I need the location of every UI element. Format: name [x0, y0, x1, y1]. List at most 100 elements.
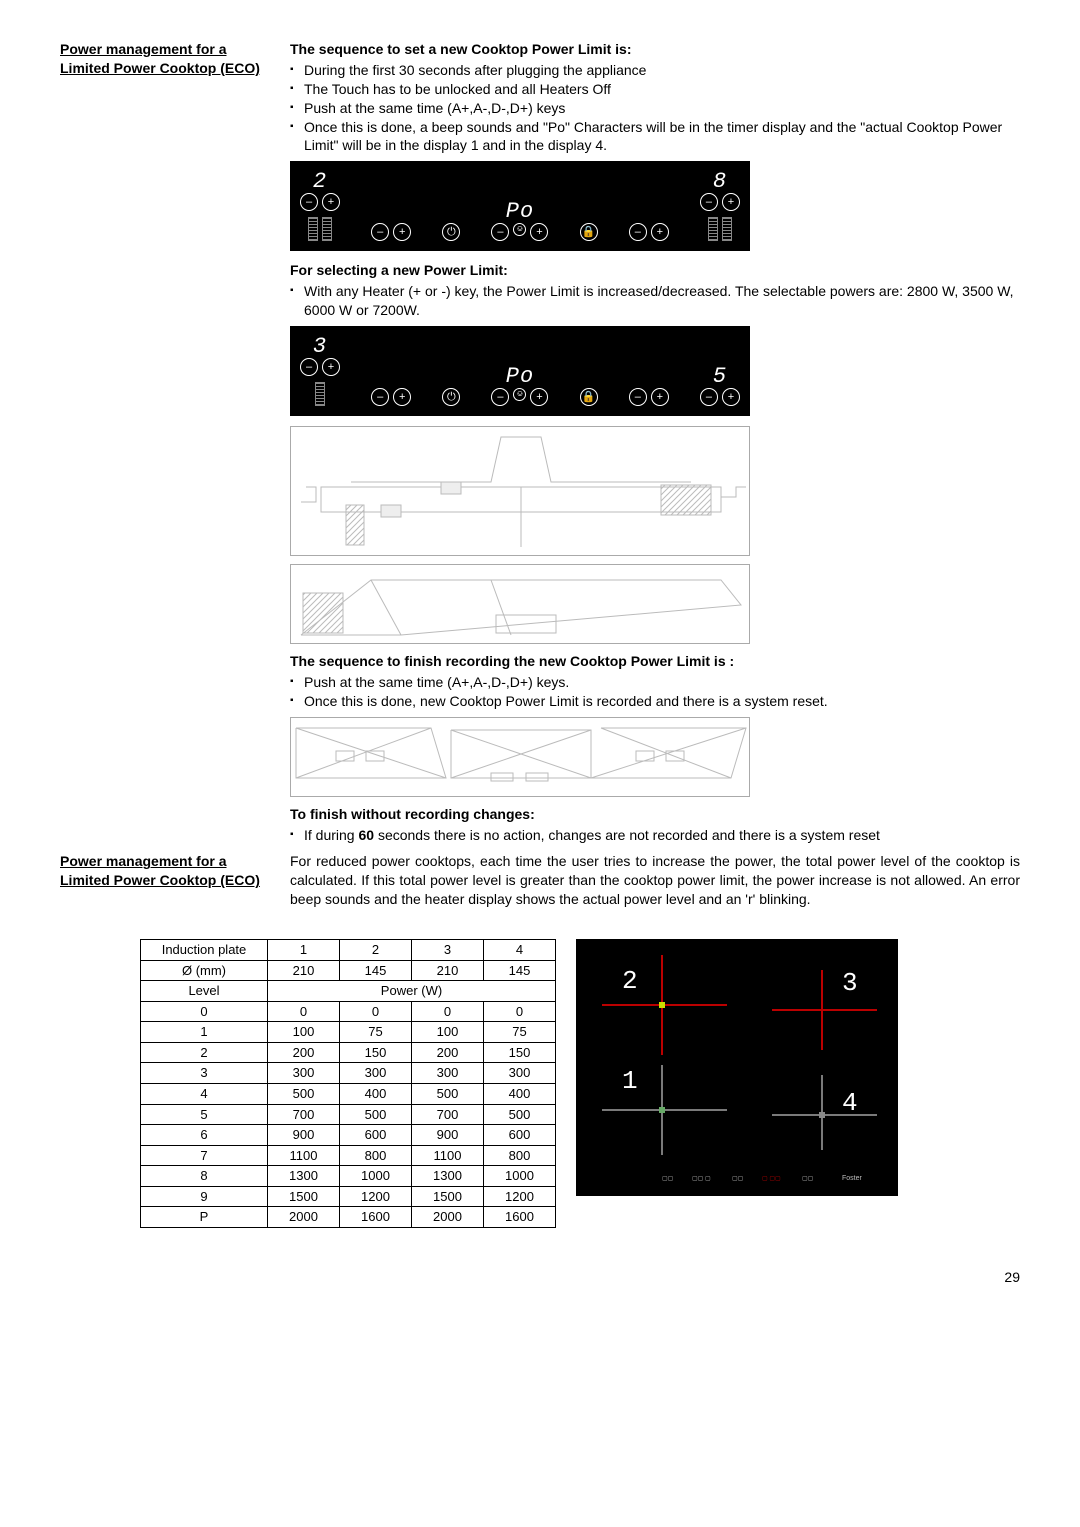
bullet: Push at the same time (A+,A-,D-,D+) keys: [290, 99, 1020, 118]
minus-icon: –: [371, 388, 389, 406]
table-cell: 100: [412, 1022, 484, 1043]
table-cell: 500: [412, 1083, 484, 1104]
display-4-value: 5: [713, 362, 727, 384]
table-cell: 300: [268, 1063, 340, 1084]
bullets-finish-recording: Push at the same time (A+,A-,D-,D+) keys…: [290, 673, 1020, 711]
table-cell: Level: [141, 981, 268, 1002]
table-cell: 210: [412, 960, 484, 981]
control-panel-figure-2: 3 – + – + ⏻: [290, 326, 750, 416]
plus-icon: +: [322, 193, 340, 211]
table-cell: 500: [484, 1104, 556, 1125]
plus-icon: +: [322, 358, 340, 376]
table-header: 2: [340, 940, 412, 961]
timer-display-value: Po: [506, 197, 534, 219]
bullet: During the first 30 seconds after pluggi…: [290, 61, 1020, 80]
table-cell: 0: [412, 1001, 484, 1022]
lock-icon: ⎉: [513, 223, 526, 236]
bullet: With any Heater (+ or -) key, the Power …: [290, 282, 1020, 320]
display-4-value: 8: [713, 167, 727, 189]
minus-icon: –: [700, 388, 718, 406]
technical-sketch-split: [290, 717, 750, 797]
control-panel-figure-1: 2 – + – + ⏻: [290, 161, 750, 251]
table-cell: 6: [141, 1125, 268, 1146]
bullet: If during 60 seconds there is no action,…: [290, 826, 1020, 845]
eco-paragraph: For reduced power cooktops, each time th…: [290, 852, 1020, 909]
svg-text:▢ ▢▢: ▢ ▢▢: [762, 1176, 781, 1182]
bullet: Push at the same time (A+,A-,D-,D+) keys…: [290, 673, 1020, 692]
cooktop-zone-diagram: 2 3 1 4 ▢▢ ▢▢ ▢: [576, 939, 898, 1196]
lock-icon: 🔒: [580, 223, 598, 241]
table-cell: 800: [340, 1145, 412, 1166]
svg-text:▢▢: ▢▢: [732, 1176, 744, 1182]
power-icon: ⏻: [442, 388, 460, 406]
minus-icon: –: [491, 223, 509, 241]
bullets-finish-no-record: If during 60 seconds there is no action,…: [290, 826, 1020, 845]
timer-display-value: Po: [506, 362, 534, 384]
table-cell: 700: [412, 1104, 484, 1125]
table-cell: 1: [141, 1022, 268, 1043]
display-1-value: 3: [313, 332, 327, 354]
plus-icon: +: [530, 388, 548, 406]
table-cell: 0: [340, 1001, 412, 1022]
minus-icon: –: [629, 223, 647, 241]
power-icon: ⏻: [442, 223, 460, 241]
bullets-select-limit: With any Heater (+ or -) key, the Power …: [290, 282, 1020, 320]
table-cell: 200: [412, 1042, 484, 1063]
text: seconds there is no action, changes are …: [374, 827, 880, 843]
table-cell: 1600: [484, 1207, 556, 1228]
display-1-value: 2: [313, 167, 327, 189]
plus-icon: +: [722, 388, 740, 406]
plus-icon: +: [722, 193, 740, 211]
table-cell: 600: [484, 1125, 556, 1146]
table-cell: 500: [268, 1083, 340, 1104]
page-number: 29: [60, 1268, 1020, 1287]
svg-text:Foster: Foster: [842, 1175, 863, 1182]
table-cell: 1200: [340, 1186, 412, 1207]
bold-number: 60: [358, 827, 374, 843]
table-header: Induction plate: [141, 940, 268, 961]
bullets-set-sequence: During the first 30 seconds after pluggi…: [290, 61, 1020, 155]
table-cell: 1300: [268, 1166, 340, 1187]
table-header: 4: [484, 940, 556, 961]
table-header: 1: [268, 940, 340, 961]
table-header: 3: [412, 940, 484, 961]
heading-finish-recording: The sequence to finish recording the new…: [290, 652, 1020, 671]
side-heading-eco-1: Power management for a Limited Power Coo…: [60, 40, 270, 78]
svg-text:▢▢: ▢▢: [802, 1176, 814, 1182]
table-cell: 8: [141, 1166, 268, 1187]
plus-icon: +: [651, 223, 669, 241]
plus-icon: +: [393, 223, 411, 241]
minus-icon: –: [491, 388, 509, 406]
power-table: Induction plate 1 2 3 4 Ø (mm) 210 145 2…: [140, 939, 556, 1228]
table-cell: 210: [268, 960, 340, 981]
table-cell: 145: [484, 960, 556, 981]
svg-text:▢▢ ▢: ▢▢ ▢: [692, 1176, 711, 1182]
zone-label: 3: [842, 968, 858, 998]
table-cell: 300: [412, 1063, 484, 1084]
table-cell: 1000: [340, 1166, 412, 1187]
table-cell: 2000: [412, 1207, 484, 1228]
table-cell: 1300: [412, 1166, 484, 1187]
table-cell: 200: [268, 1042, 340, 1063]
table-cell: 1200: [484, 1186, 556, 1207]
table-cell: 600: [340, 1125, 412, 1146]
minus-icon: –: [700, 193, 718, 211]
table-cell: 1500: [412, 1186, 484, 1207]
minus-icon: –: [371, 223, 389, 241]
table-cell: 2: [141, 1042, 268, 1063]
table-cell: 500: [340, 1104, 412, 1125]
table-cell: 75: [340, 1022, 412, 1043]
table-cell: 7: [141, 1145, 268, 1166]
table-cell: 9: [141, 1186, 268, 1207]
table-cell: 1000: [484, 1166, 556, 1187]
text: If during: [304, 827, 358, 843]
minus-icon: –: [629, 388, 647, 406]
plus-icon: +: [530, 223, 548, 241]
zone-label: 4: [842, 1088, 858, 1118]
table-cell: 300: [340, 1063, 412, 1084]
table-cell: 0: [484, 1001, 556, 1022]
zone-label: 2: [622, 966, 638, 996]
table-cell: 2000: [268, 1207, 340, 1228]
heading-select-limit: For selecting a new Power Limit:: [290, 261, 1020, 280]
minus-icon: –: [300, 358, 318, 376]
